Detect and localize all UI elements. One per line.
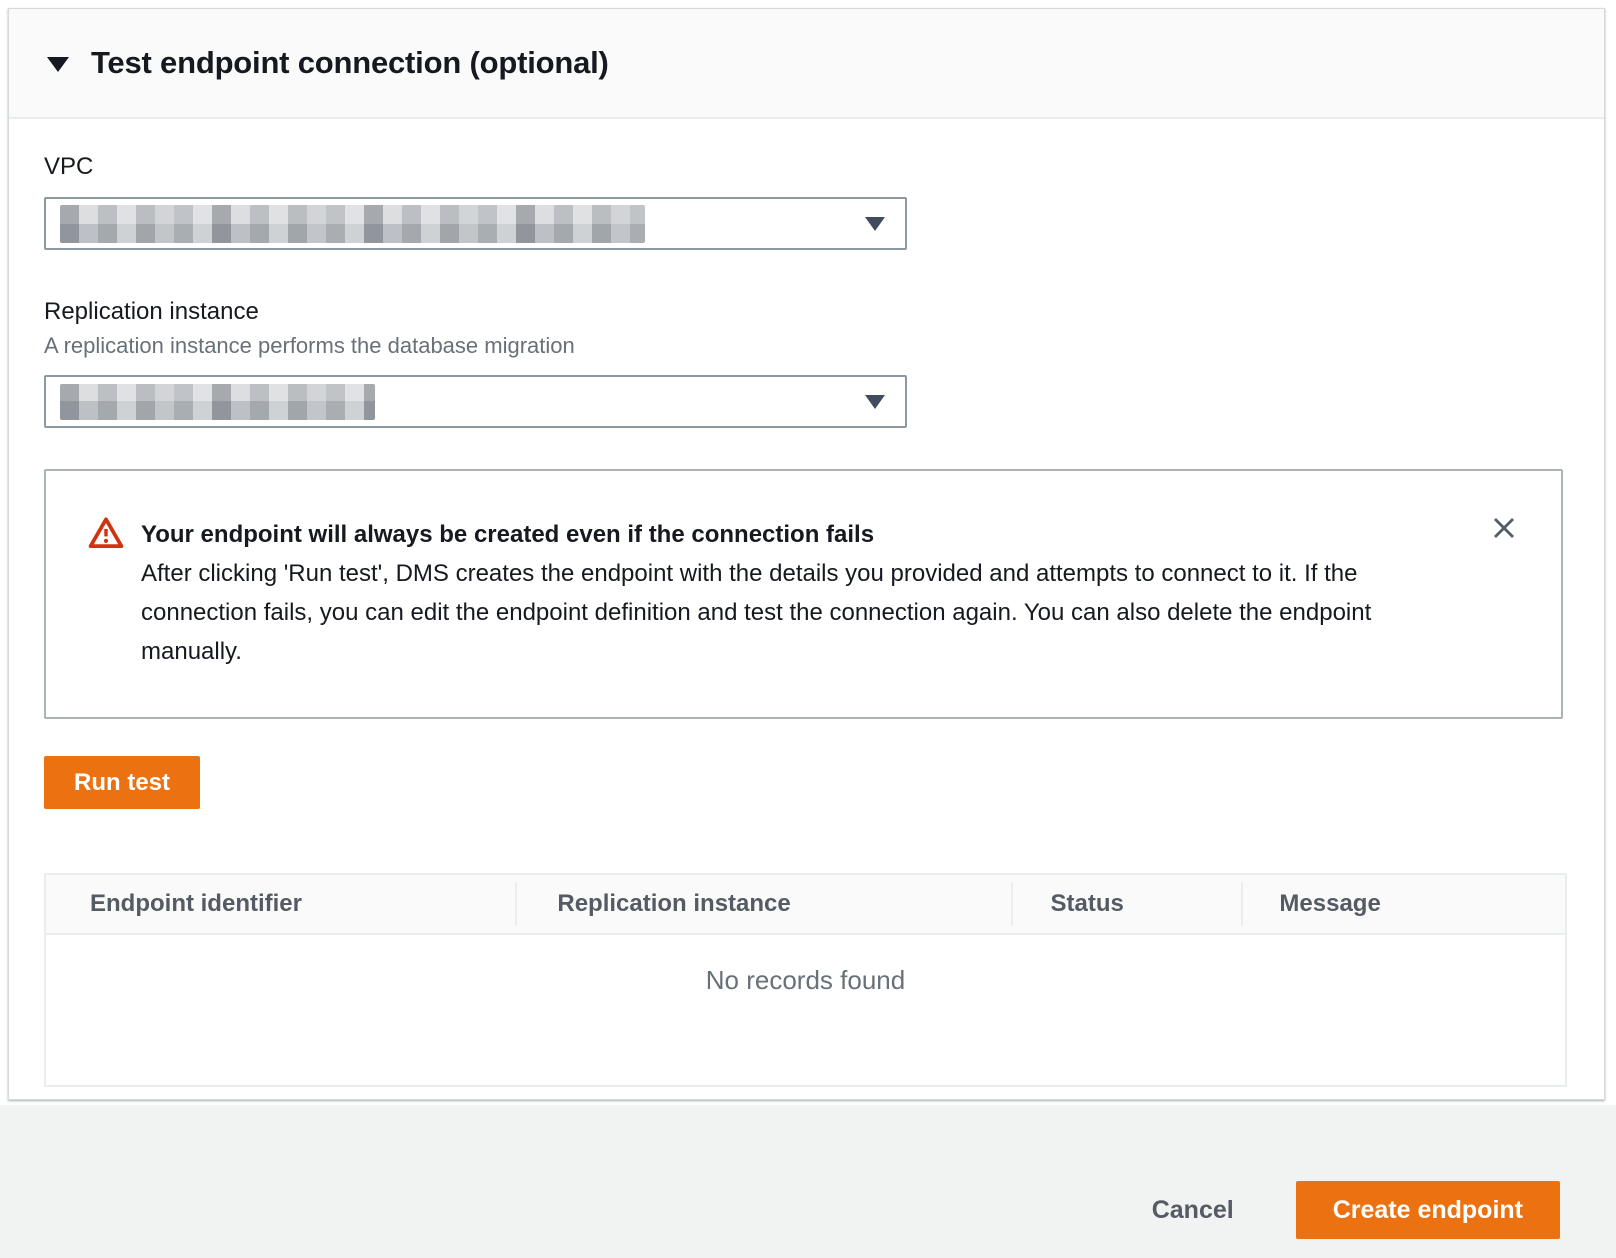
alert-body-text: After clicking 'Run test', DMS creates t… (141, 554, 1441, 671)
column-header-endpoint-identifier: Endpoint identifier (46, 875, 515, 933)
panel-title: Test endpoint connection (optional) (91, 45, 609, 81)
test-results-table: Endpoint identifier Replication instance… (44, 873, 1567, 1087)
test-endpoint-panel: Test endpoint connection (optional) VPC … (8, 8, 1605, 1100)
vpc-select[interactable] (44, 197, 907, 250)
vpc-redacted-value (60, 205, 645, 243)
replication-instance-description: A replication instance performs the data… (44, 333, 1568, 359)
run-test-button[interactable]: Run test (44, 756, 200, 809)
close-icon[interactable] (1489, 513, 1519, 543)
collapse-caret-icon (47, 57, 69, 72)
replication-instance-redacted-value (60, 384, 375, 420)
vpc-field-group: VPC (44, 153, 1568, 250)
form-actions-bar: Cancel Create endpoint (0, 1105, 1616, 1258)
warning-triangle-icon (88, 516, 124, 671)
dropdown-caret-icon (865, 217, 885, 231)
endpoint-warning-alert: Your endpoint will always be created eve… (44, 469, 1563, 719)
column-header-message: Message (1241, 875, 1565, 933)
page: Test endpoint connection (optional) VPC … (0, 0, 1616, 1258)
dropdown-caret-icon (865, 395, 885, 409)
column-header-replication-instance: Replication instance (515, 875, 1010, 933)
replication-instance-select[interactable] (44, 375, 907, 428)
panel-header-toggle[interactable]: Test endpoint connection (optional) (9, 9, 1604, 119)
empty-state-message: No records found (46, 935, 1565, 996)
vpc-label: VPC (44, 153, 1568, 181)
column-header-status: Status (1011, 875, 1242, 933)
table-header-row: Endpoint identifier Replication instance… (46, 875, 1565, 935)
cancel-button[interactable]: Cancel (1152, 1196, 1234, 1225)
create-endpoint-button[interactable]: Create endpoint (1296, 1181, 1560, 1239)
alert-content: Your endpoint will always be created eve… (141, 515, 1441, 671)
replication-instance-field-group: Replication instance A replication insta… (44, 298, 1568, 428)
alert-title: Your endpoint will always be created eve… (141, 515, 1441, 554)
panel-body: VPC Replication instance A replication i… (9, 153, 1604, 1087)
table-body: No records found (46, 935, 1565, 1085)
replication-instance-label: Replication instance (44, 298, 1568, 326)
